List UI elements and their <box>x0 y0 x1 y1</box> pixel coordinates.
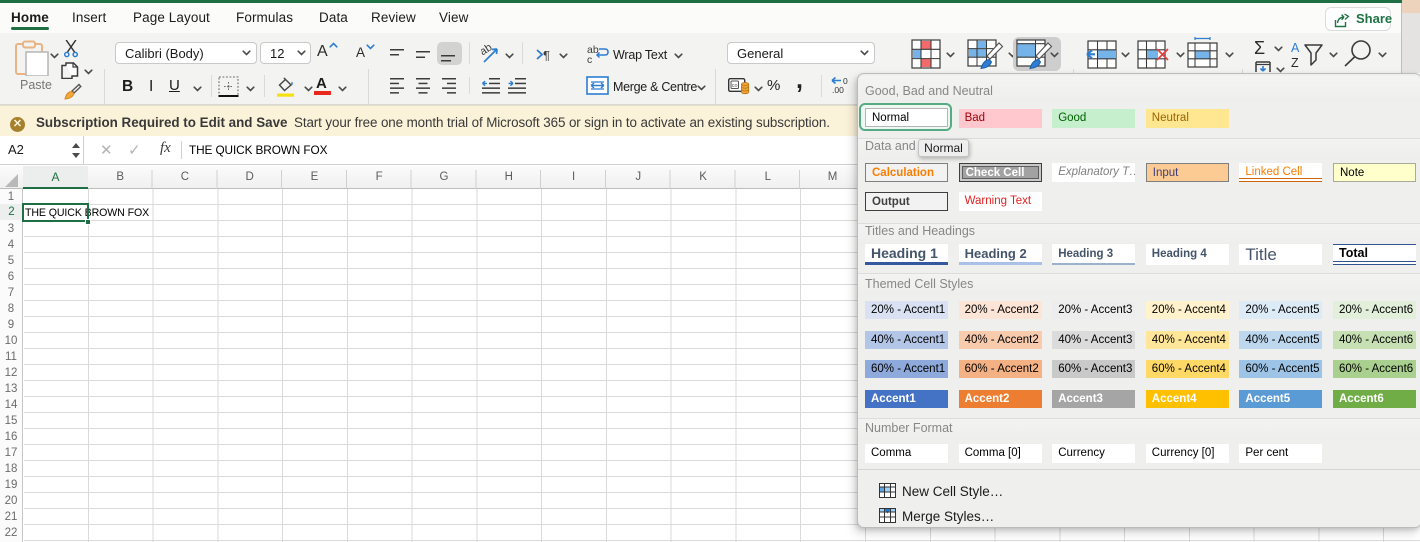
svg-text:ab: ab <box>481 45 494 58</box>
svg-text:c: c <box>587 54 592 63</box>
svg-text:¶: ¶ <box>543 48 550 61</box>
svg-text:.00: .00 <box>832 85 844 94</box>
svg-text:co: co <box>732 83 738 89</box>
